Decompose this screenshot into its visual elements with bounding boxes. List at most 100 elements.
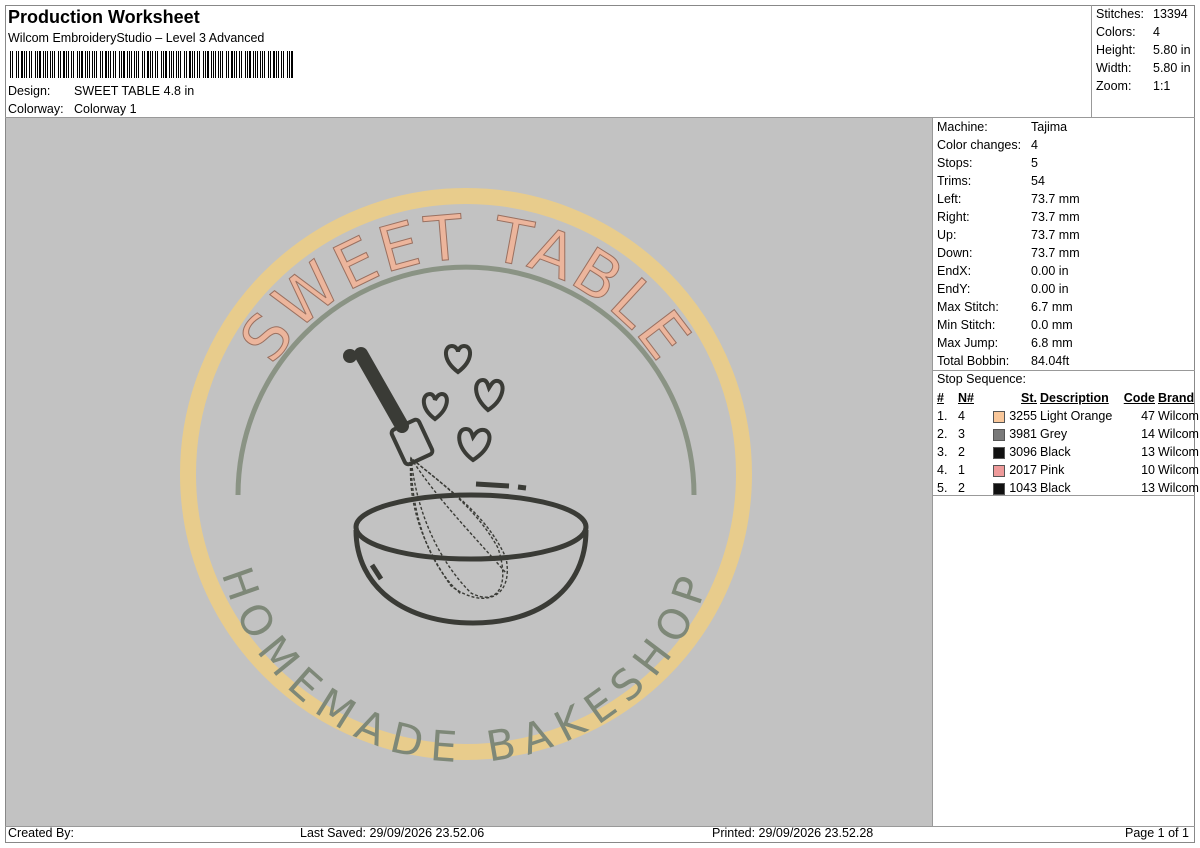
color-description: Pink <box>1040 463 1065 477</box>
thread-brand: Wilcom <box>1158 463 1199 477</box>
design-preview: SWEET TABLE HOMEMADE BAKESHOP <box>6 118 932 826</box>
printed-date: Printed: 29/09/2026 23.52.28 <box>712 826 874 840</box>
col-code: Code <box>1123 391 1155 405</box>
design-name: SWEET TABLE 4.8 in <box>74 84 195 98</box>
stitch-count: 2017 <box>986 461 1037 479</box>
stitch-value: 3096 <box>1009 445 1037 459</box>
summary-value: 5.80 in <box>1153 43 1191 57</box>
machine-label: EndX: <box>937 264 972 278</box>
color-description: Black <box>1040 445 1071 459</box>
stitch-count: 3096 <box>986 443 1037 461</box>
machine-label: EndY: <box>937 282 971 296</box>
stitch-count: 1043 <box>986 479 1037 497</box>
summary-value: 1:1 <box>1153 79 1171 93</box>
machine-label: Color changes: <box>937 138 1022 152</box>
color-swatch <box>993 428 1006 441</box>
machine-label: Machine: <box>937 120 988 134</box>
machine-label: Max Jump: <box>937 336 999 350</box>
machine-value: Tajima <box>1031 120 1068 134</box>
bowl-icon <box>353 481 589 626</box>
needle-number: 2 <box>958 445 965 459</box>
machine-value: 0.00 in <box>1031 282 1069 296</box>
colorway-label: Colorway: <box>8 102 64 116</box>
stop-sequence-title: Stop Sequence: <box>937 372 1026 386</box>
machine-row: EndX: 0.00 in <box>937 264 1069 278</box>
stitch-value: 3981 <box>1009 427 1037 441</box>
color-code: 14 <box>1141 427 1155 441</box>
machine-row: Color changes: 4 <box>937 138 1038 152</box>
thread-brand: Wilcom <box>1158 481 1199 495</box>
machine-label: Min Stitch: <box>937 318 996 332</box>
machine-value: 4 <box>1031 138 1038 152</box>
machine-label: Max Stitch: <box>937 300 999 314</box>
machine-value: 73.7 mm <box>1031 210 1080 224</box>
divider <box>5 826 1195 827</box>
machine-row: Up: 73.7 mm <box>937 228 1080 242</box>
color-description: Light Orange <box>1040 409 1113 423</box>
row-number: 3. <box>937 445 948 459</box>
col-brand: Brand <box>1158 391 1195 405</box>
table-row: 4. 1 2017 Pink 10 Wilcom <box>934 461 1199 479</box>
needle-number: 4 <box>958 409 965 423</box>
col-st: St. <box>1021 391 1037 405</box>
machine-value: 6.7 mm <box>1031 300 1073 314</box>
col-num: # <box>937 391 944 405</box>
needle-number: 2 <box>958 481 965 495</box>
summary-label: Colors: <box>1096 25 1136 39</box>
color-description: Black <box>1040 481 1071 495</box>
machine-row: EndY: 0.00 in <box>937 282 1069 296</box>
table-header-row: # N# St. Description Code Brand <box>934 389 1199 407</box>
row-number: 1. <box>937 409 948 423</box>
machine-value: 5 <box>1031 156 1038 170</box>
summary-label: Height: <box>1096 43 1136 57</box>
software-name: Wilcom EmbroideryStudio – Level 3 Advanc… <box>8 31 265 45</box>
machine-row: Max Jump: 6.8 mm <box>937 336 1073 350</box>
machine-row: Total Bobbin: 84.04ft <box>937 354 1069 368</box>
color-code: 13 <box>1141 445 1155 459</box>
thread-brand: Wilcom <box>1158 427 1199 441</box>
summary-value: 13394 <box>1153 7 1188 21</box>
color-code: 47 <box>1141 409 1155 423</box>
thread-brand: Wilcom <box>1158 445 1199 459</box>
top-arc-text: SWEET TABLE <box>226 200 707 374</box>
stop-sequence-table: # N# St. Description Code Brand 1. 4 3255 L… <box>934 389 1199 497</box>
divider <box>932 117 933 826</box>
design-label: Design: <box>8 84 51 98</box>
row-number: 5. <box>937 481 948 495</box>
summary-row: Width: 5.80 in <box>1096 61 1191 75</box>
divider <box>1091 5 1092 117</box>
machine-label: Total Bobbin: <box>937 354 1010 368</box>
bottom-arc-text: HOMEMADE BAKESHOP <box>212 561 720 773</box>
table-row: 2. 3 3981 Grey 14 Wilcom <box>934 425 1199 443</box>
stitch-value: 3255 <box>1009 409 1037 423</box>
machine-row: Down: 73.7 mm <box>937 246 1080 260</box>
machine-value: 6.8 mm <box>1031 336 1073 350</box>
summary-label: Stitches: <box>1096 7 1144 21</box>
summary-row: Height: 5.80 in <box>1096 43 1191 57</box>
page-number: Page 1 of 1 <box>1125 826 1189 840</box>
color-swatch <box>993 464 1006 477</box>
machine-value: 0.0 mm <box>1031 318 1073 332</box>
machine-label: Right: <box>937 210 970 224</box>
machine-label: Up: <box>937 228 957 242</box>
summary-label: Zoom: <box>1096 79 1132 93</box>
table-row: 5. 2 1043 Black 13 Wilcom <box>934 479 1199 497</box>
machine-value: 73.7 mm <box>1031 192 1080 206</box>
color-code: 10 <box>1141 463 1155 477</box>
row-number: 4. <box>937 463 948 477</box>
machine-row: Right: 73.7 mm <box>937 210 1080 224</box>
page-title: Production Worksheet <box>8 7 200 27</box>
colorway-name: Colorway 1 <box>74 102 137 116</box>
machine-label: Stops: <box>937 156 973 170</box>
color-code: 13 <box>1141 481 1155 495</box>
summary-row: Zoom: 1:1 <box>1096 79 1170 93</box>
machine-label: Down: <box>937 246 973 260</box>
machine-row: Min Stitch: 0.0 mm <box>937 318 1073 332</box>
table-row: 1. 4 3255 Light Orange 47 Wilcom <box>934 407 1199 425</box>
machine-row: Machine: Tajima <box>937 120 1067 134</box>
machine-label: Trims: <box>937 174 972 188</box>
summary-value: 5.80 in <box>1153 61 1191 75</box>
machine-value: 73.7 mm <box>1031 228 1080 242</box>
row-number: 2. <box>937 427 948 441</box>
summary-row: Colors: 4 <box>1096 25 1160 39</box>
